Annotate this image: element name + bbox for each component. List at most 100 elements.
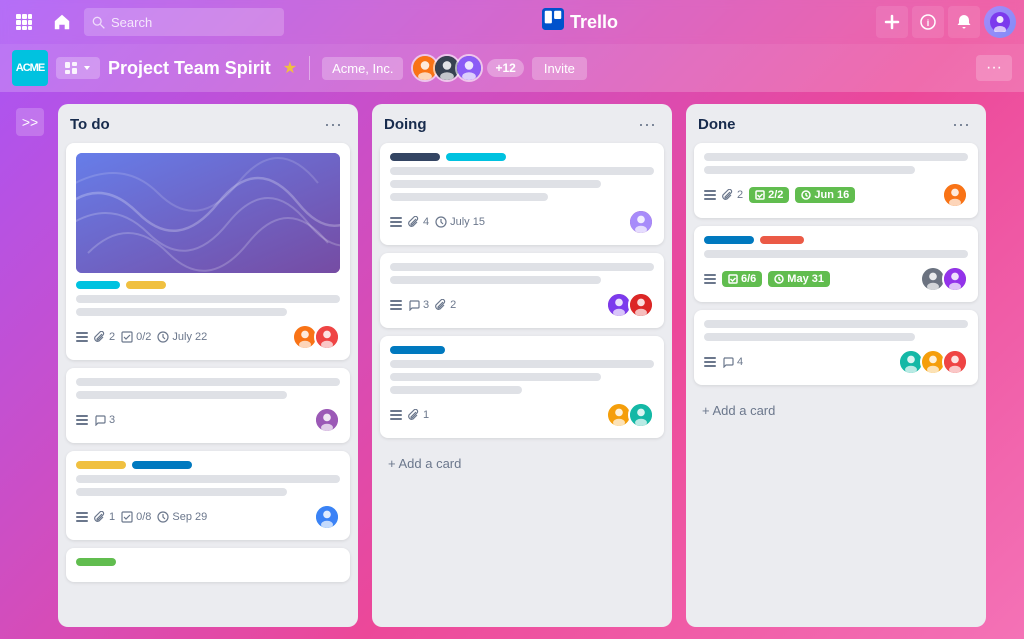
doing-add-card-button[interactable]: + Add a card (380, 450, 664, 477)
card-member-avatars (606, 402, 654, 428)
card-footer: 3 2 (390, 292, 654, 318)
sidebar-toggle[interactable]: >> (16, 108, 44, 136)
due-badge: May 31 (768, 271, 830, 287)
card-tags (390, 153, 654, 161)
board-more-button[interactable]: ··· (976, 55, 1012, 81)
card-text-line (76, 391, 287, 399)
card-text-line (704, 333, 915, 341)
done-card-2[interactable]: 6/6 May 31 (694, 226, 978, 302)
done-card-3[interactable]: 4 (694, 310, 978, 385)
card-member-avatars (898, 349, 968, 375)
card-attachments: 1 (94, 511, 115, 523)
card-comments: 4 (722, 356, 743, 368)
card-member-avatars (920, 266, 968, 292)
card-tags (704, 236, 968, 244)
done-column-title: Done (698, 116, 736, 133)
tag-cyan (446, 153, 506, 161)
board-type-selector[interactable] (56, 57, 100, 79)
card-tags (76, 461, 340, 469)
card-list-icon (76, 414, 88, 426)
card-member-avatars (314, 504, 340, 530)
card-text-line (390, 263, 654, 271)
tag-yellow (126, 281, 166, 289)
doing-card-2[interactable]: 3 2 (380, 253, 664, 328)
done-more-button[interactable]: ··· (948, 114, 974, 135)
tag-blue (390, 346, 445, 354)
checklist-badge: 6/6 (722, 271, 762, 287)
todo-card-4[interactable] (66, 548, 350, 582)
doing-card-3[interactable]: 1 (380, 336, 664, 438)
card-text-line (390, 373, 601, 381)
card-attachments: 2 (435, 299, 456, 311)
member-avatar-3[interactable] (455, 54, 483, 82)
info-icon[interactable]: i (912, 6, 944, 38)
todo-column-header: To do ··· (66, 114, 350, 135)
card-avatar-c[interactable] (314, 407, 340, 433)
notification-bell-icon[interactable] (948, 6, 980, 38)
card-avatar-e[interactable] (628, 209, 654, 235)
card-footer: 6/6 May 31 (704, 266, 968, 292)
nav-right-actions: i (876, 6, 1016, 38)
card-footer: 3 (76, 407, 340, 433)
home-icon[interactable] (46, 6, 78, 38)
card-avatar-l[interactable] (942, 266, 968, 292)
trello-icon (542, 8, 564, 36)
card-list-icon (390, 216, 402, 228)
star-icon[interactable]: ★ (283, 58, 297, 78)
card-avatar-b[interactable] (314, 324, 340, 350)
card-footer: 2 0/2 July 22 (76, 324, 340, 350)
svg-text:i: i (927, 18, 930, 28)
card-checklist: 0/8 (121, 511, 151, 523)
workspace-button[interactable]: Acme, Inc. (322, 57, 403, 80)
member-count-badge[interactable]: +12 (487, 59, 523, 77)
attachment-count: 2 (737, 189, 743, 201)
grid-menu-icon[interactable] (8, 6, 40, 38)
user-avatar[interactable] (984, 6, 1016, 38)
card-footer: 1 (390, 402, 654, 428)
card-due-date: July 15 (435, 216, 485, 228)
card-list-icon (704, 356, 716, 368)
invite-button[interactable]: Invite (532, 57, 587, 80)
card-avatar-o[interactable] (942, 349, 968, 375)
tag-blue (132, 461, 192, 469)
card-attachments: 1 (408, 409, 429, 421)
card-text-line (76, 475, 340, 483)
card-due-date: Sep 29 (157, 511, 207, 523)
tag-green (76, 558, 116, 566)
top-nav: Search Trello i (0, 0, 1024, 44)
acme-logo[interactable]: ACME (12, 50, 48, 86)
search-bar[interactable]: Search (84, 8, 284, 36)
card-text-line (76, 308, 287, 316)
card-member-avatars (292, 324, 340, 350)
card-tags (76, 558, 340, 566)
card-member-avatars (314, 407, 340, 433)
doing-column-title: Doing (384, 116, 427, 133)
doing-card-1[interactable]: 4 July 15 (380, 143, 664, 245)
card-list-icon (704, 189, 716, 201)
card-avatar-g[interactable] (628, 292, 654, 318)
card-text-line (390, 360, 654, 368)
trello-logo: Trello (290, 8, 870, 36)
card-avatar-j[interactable] (942, 182, 968, 208)
card-list-icon (390, 299, 402, 311)
board-header: ACME Project Team Spirit ★ Acme, Inc. (0, 44, 1024, 92)
done-add-card-button[interactable]: + Add a card (694, 397, 978, 424)
todo-more-button[interactable]: ··· (320, 114, 346, 135)
todo-card-2[interactable]: 3 (66, 368, 350, 443)
card-avatar-d[interactable] (314, 504, 340, 530)
attachment-count: 4 (423, 216, 429, 228)
doing-more-button[interactable]: ··· (634, 114, 660, 135)
card-avatar-i[interactable] (628, 402, 654, 428)
add-button[interactable] (876, 6, 908, 38)
todo-card-1[interactable]: 2 0/2 July 22 (66, 143, 350, 360)
todo-card-3[interactable]: 1 0/8 Sep 29 (66, 451, 350, 540)
done-card-1[interactable]: 2 2/2 Jun 16 (694, 143, 978, 218)
tag-yellow (76, 461, 126, 469)
card-text-line (76, 295, 340, 303)
column-todo: To do ··· (58, 104, 358, 627)
card-list-icon (76, 331, 88, 343)
board-title: Project Team Spirit (108, 58, 271, 79)
doing-column-header: Doing ··· (380, 114, 664, 135)
card-text-line (76, 378, 340, 386)
due-date-text: July 15 (450, 216, 485, 228)
